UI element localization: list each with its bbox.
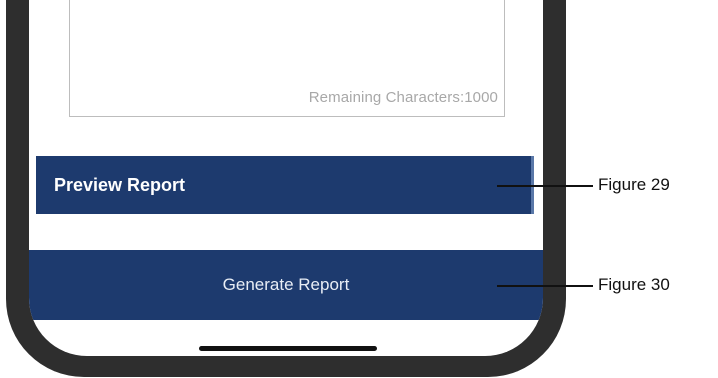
phone-screen: Remaining Characters:1000 Preview Report…: [29, 0, 543, 356]
callout-label-figure-29: Figure 29: [598, 175, 670, 194]
remaining-characters-label: Remaining Characters:1000: [308, 89, 498, 106]
preview-report-label: Preview Report: [54, 174, 186, 195]
preview-report-button[interactable]: Preview Report: [36, 156, 534, 214]
callout-line-figure-30: [497, 285, 593, 287]
callout-line-figure-29: [497, 185, 593, 187]
home-indicator: [199, 346, 377, 351]
comments-textarea[interactable]: Remaining Characters:1000: [69, 0, 505, 117]
generate-report-button[interactable]: Generate Report: [29, 250, 543, 320]
callout-label-figure-30: Figure 30: [598, 275, 670, 294]
generate-report-label: Generate Report: [222, 275, 350, 294]
